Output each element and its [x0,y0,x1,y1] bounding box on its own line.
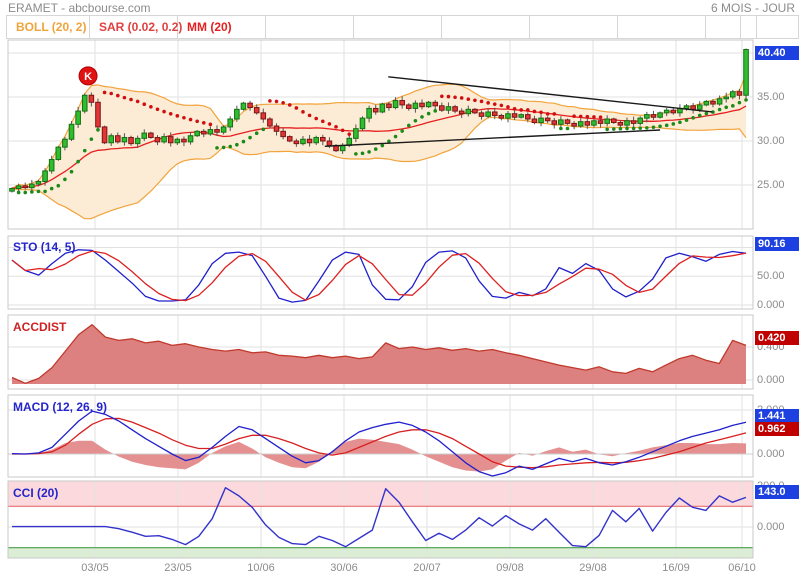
macd-panel [7,394,754,478]
legend-empty-cell [442,16,530,38]
legend-mm: MM (20) [178,16,266,38]
x-tick-label: 10/06 [247,562,275,574]
svg-text:K: K [84,71,92,83]
legend-empty-cell [530,16,618,38]
last-price-badge: 40.40 [755,46,799,60]
x-tick-label: 16/09 [662,562,690,574]
legend-empty-cell [266,16,354,38]
legend-empty-cell [618,16,706,38]
y-tick-label: 0.000 [757,374,785,386]
cci-panel [7,480,754,559]
cci-value-badge: 143.0 [755,485,799,499]
x-tick-label: 23/05 [164,562,192,574]
cci-label: CCI (20) [13,486,59,500]
legend-empty-cell [757,16,798,38]
x-tick-label: 03/05 [81,562,109,574]
legend-empty-cell [706,16,741,38]
macd-label: MACD (12, 26, 9) [13,400,108,414]
accdist-panel [7,314,754,390]
macd-value-badge: 1.441 [755,409,799,423]
timeframe-label: 6 MOIS - JOUR [710,1,795,15]
indicator-legend-row: BOLL (20, 2) SAR (0.02, 0.2) MM (20) [6,15,799,39]
main-price-panel: K [7,39,754,230]
y-tick-label: 30.00 [757,135,785,147]
macd-signal-badge: 0.962 [755,422,799,436]
y-tick-label: 0.000 [757,299,785,311]
x-tick-label: 06/10 [728,562,756,574]
chart-canvas: K [7,39,754,559]
x-tick-label: 09/08 [496,562,524,574]
accdist-value-badge: 0.420 [755,331,799,345]
y-tick-label: 25.00 [757,179,785,191]
legend-sar: SAR (0.02, 0.2) [90,16,182,38]
sar-flip-marker: K [78,66,98,86]
y-tick-label: 0.000 [757,448,785,460]
stochastic-panel [7,235,754,310]
instrument-title: ERAMET - abcbourse.com [8,1,151,15]
x-tick-label: 20/07 [413,562,441,574]
legend-empty-cell [354,16,442,38]
legend-boll: BOLL (20, 2) [7,16,90,38]
stock-chart-page: K ERAMET - abcbourse.com 6 MOIS - JOUR B… [0,0,800,580]
accdist-label: ACCDIST [13,320,67,334]
sto-value-badge: 90.16 [755,237,799,251]
x-tick-label: 29/08 [579,562,607,574]
legend-empty-cell [741,16,757,38]
y-tick-label: 35.00 [757,91,785,103]
y-tick-label: 0.000 [757,521,785,533]
y-tick-label: 50.00 [757,270,785,282]
sto-label: STO (14, 5) [13,240,76,254]
x-tick-label: 30/06 [330,562,358,574]
